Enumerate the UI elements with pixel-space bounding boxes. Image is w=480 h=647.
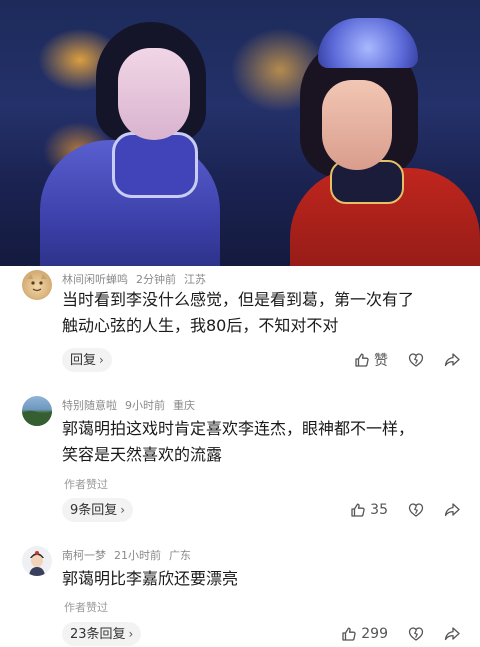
username[interactable]: 林间闲听蝉鸣 (62, 273, 128, 286)
username[interactable]: 特别随意啦 (62, 399, 117, 412)
chevron-right-icon: › (99, 353, 104, 367)
author-liked-badge: 作者赞过 (64, 478, 108, 491)
comment-actions: 35 (330, 498, 460, 522)
comment-item: 特别随意啦 9小时前 重庆 郭蔼明拍这戏时肯定喜欢李连杰，眼神都不一样， 笑容是天然… (0, 386, 480, 526)
comment-text: 当时看到李没什么感觉，但是看到葛，第一次有了 触动心弦的人生，我80后，不知对不… (62, 290, 415, 335)
share-button[interactable] (444, 502, 460, 518)
hero-image[interactable] (0, 0, 480, 266)
timestamp: 21小时前 (114, 549, 161, 562)
share-button[interactable] (444, 352, 460, 368)
like-label: 赞 (374, 353, 388, 369)
share-icon (444, 503, 460, 517)
timestamp: 9小时前 (125, 399, 165, 412)
like-button[interactable]: 35 (350, 502, 388, 518)
timestamp: 2分钟前 (136, 273, 176, 286)
comment-item: 南柯一梦 21小时前 广东 郭蔼明比李嘉欣还要漂亮 作者赞过 23条回复 › 299 (0, 536, 480, 646)
username[interactable]: 南柯一梦 (62, 549, 106, 562)
comment-meta: 林间闲听蝉鸣 2分钟前 江苏 (62, 271, 214, 287)
reply-count-button[interactable]: 23条回复 › (62, 622, 142, 646)
chevron-right-icon: › (128, 627, 134, 641)
avatar[interactable] (22, 546, 52, 576)
comment-actions: 赞 (334, 348, 460, 372)
avatar[interactable] (22, 396, 52, 426)
dislike-button[interactable] (408, 352, 424, 368)
location: 广东 (169, 549, 191, 562)
chevron-right-icon: › (120, 503, 126, 517)
dislike-button[interactable] (408, 502, 424, 518)
location: 江苏 (184, 273, 206, 286)
like-button[interactable]: 赞 (354, 350, 388, 370)
like-icon (351, 503, 365, 517)
author-liked-badge: 作者赞过 (64, 601, 108, 614)
comment-text: 郭蔼明拍这戏时肯定喜欢李连杰，眼神都不一样， 笑容是天然喜欢的流露 (62, 419, 415, 464)
avatar[interactable] (22, 270, 52, 300)
comment-text: 郭蔼明比李嘉欣还要漂亮 (62, 569, 239, 588)
reply-count-button[interactable]: 9条回复 › (62, 498, 134, 522)
comment-meta: 南柯一梦 21小时前 广东 (62, 547, 199, 563)
comment-item: 林间闲听蝉鸣 2分钟前 江苏 当时看到李没什么感觉，但是看到葛，第一次有了 触动心弦… (0, 266, 480, 382)
comment-meta: 特别随意啦 9小时前 重庆 (62, 397, 203, 413)
share-icon (444, 353, 460, 367)
reply-button[interactable]: 回复 › (62, 348, 112, 372)
location: 重庆 (173, 399, 195, 412)
like-count: 35 (370, 502, 388, 518)
dislike-icon (408, 503, 424, 517)
comment-actions: 299 (321, 622, 460, 646)
dislike-icon (408, 353, 424, 367)
like-icon (355, 353, 369, 367)
